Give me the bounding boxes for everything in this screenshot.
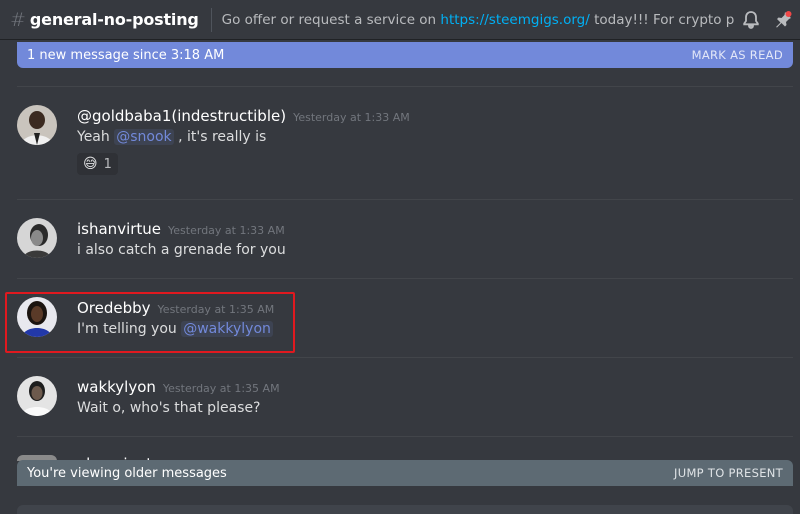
user-mention[interactable]: @wakkylyon — [181, 321, 273, 337]
user-mention[interactable]: @snook — [114, 129, 174, 145]
message-group: ishanvirtue Yesterday at 1:33 AM i also … — [17, 199, 793, 278]
reaction-count: 1 — [103, 156, 112, 172]
older-messages-bar[interactable]: You're viewing older messages JUMP TO PR… — [17, 460, 793, 486]
message-text-part: Yeah — [77, 129, 115, 145]
timestamp: Yesterday at 1:33 AM — [293, 111, 410, 124]
message-text-part: , it's really is — [173, 129, 267, 145]
new-message-text: 1 new message since 3:18 AM — [27, 47, 225, 63]
older-messages-text: You're viewing older messages — [27, 465, 227, 481]
channel-name: general-no-posting — [29, 10, 199, 29]
message-group: wakkylyon Yesterday at 1:35 AM Wait o, w… — [17, 357, 793, 436]
message-input[interactable] — [17, 505, 793, 514]
message-text: Yeah @snook , it's really is — [77, 129, 410, 145]
avatar[interactable] — [17, 218, 57, 258]
bell-icon[interactable] — [740, 9, 762, 31]
message-text-part: I'm telling you — [77, 321, 182, 337]
message-text: i also catch a grenade for you — [77, 242, 286, 258]
pin-icon[interactable] — [772, 9, 794, 31]
message-text: I'm telling you @wakkylyon — [77, 321, 274, 337]
message-body: ishanvirtue Yesterday at 1:33 AM i also … — [77, 220, 286, 258]
timestamp: Yesterday at 1:35 AM — [162, 382, 280, 395]
mark-as-read-button[interactable]: MARK AS READ — [692, 48, 783, 62]
message-body: @goldbaba1(indestructible) Yesterday at … — [77, 107, 410, 175]
header-divider — [210, 7, 212, 32]
message-group: @goldbaba1(indestructible) Yesterday at … — [17, 86, 793, 199]
jump-to-present-button[interactable]: JUMP TO PRESENT — [674, 466, 783, 480]
message-group: Oredebby Yesterday at 1:35 AM I'm tellin… — [17, 278, 793, 357]
username[interactable]: ishanvirtue — [77, 220, 161, 238]
username[interactable]: @goldbaba1(indestructible) — [77, 107, 286, 125]
timestamp: Yesterday at 1:33 AM — [168, 224, 285, 237]
header-icons — [740, 0, 800, 39]
message-body: Oredebby Yesterday at 1:35 AM I'm tellin… — [77, 299, 274, 337]
new-message-bar[interactable]: 1 new message since 3:18 AM MARK AS READ — [17, 42, 793, 68]
reaction[interactable]: 😅 1 — [77, 153, 118, 175]
topic-link[interactable]: https://steemgigs.org/ — [440, 12, 589, 28]
topic-suffix: today!!! For crypto prices use... — [594, 11, 734, 28]
username[interactable]: wakkylyon — [77, 378, 156, 396]
username[interactable]: Oredebby — [77, 299, 151, 317]
avatar[interactable] — [17, 297, 57, 337]
message-body: wakkylyon Yesterday at 1:35 AM Wait o, w… — [77, 378, 280, 416]
avatar[interactable] — [17, 105, 57, 145]
channel-topic[interactable]: Go offer or request a service on https:/… — [222, 12, 734, 28]
grinning-sweat-emoji-icon: 😅 — [83, 156, 98, 172]
channel-header: # general-no-posting Go offer or request… — [0, 0, 800, 40]
timestamp: Yesterday at 1:35 AM — [157, 303, 275, 316]
channel-hash-icon: # — [10, 8, 26, 31]
topic-prefix: Go offer or request a service on — [221, 11, 441, 28]
message-text: Wait o, who's that please? — [77, 400, 261, 416]
avatar[interactable] — [17, 376, 57, 416]
